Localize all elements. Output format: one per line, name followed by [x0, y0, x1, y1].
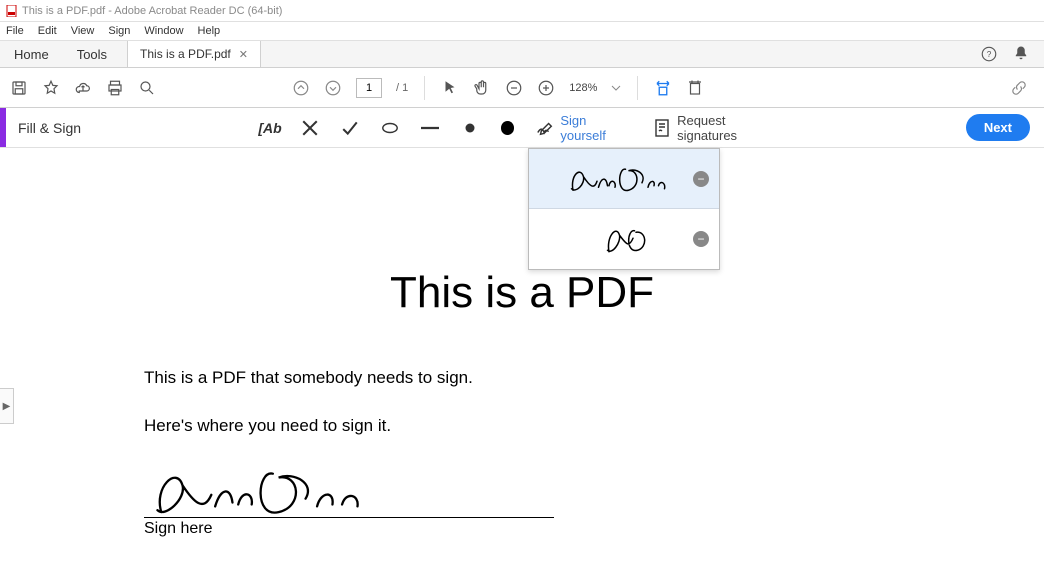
chevron-down-icon[interactable]	[611, 79, 621, 97]
print-icon[interactable]	[106, 79, 124, 97]
pdf-paragraph-2: Here's where you need to sign it.	[144, 416, 1044, 436]
pdf-title: This is a PDF	[0, 268, 1044, 318]
bell-icon[interactable]	[1012, 45, 1030, 63]
pointer-icon[interactable]	[441, 79, 459, 97]
signature-option-full[interactable]: −	[529, 149, 719, 209]
x-mark-icon[interactable]	[301, 119, 319, 137]
signature-option-initials[interactable]: −	[529, 209, 719, 269]
save-icon[interactable]	[10, 79, 28, 97]
checkmark-icon[interactable]	[341, 119, 359, 137]
hand-icon[interactable]	[473, 79, 491, 97]
page-number-input[interactable]	[356, 78, 382, 98]
fit-width-icon[interactable]	[654, 79, 672, 97]
page-up-icon[interactable]	[292, 79, 310, 97]
signature-preview-full	[564, 158, 684, 200]
tab-bar: Home Tools This is a PDF.pdf ✕ ?	[0, 40, 1044, 68]
cloud-upload-icon[interactable]	[74, 79, 92, 97]
zoom-level[interactable]: 128%	[569, 82, 597, 94]
fill-sign-toolbar: Fill & Sign [Ab Sign yourself Request si…	[0, 108, 1044, 148]
main-toolbar: / 1 128%	[0, 68, 1044, 108]
signature-dropdown: − −	[528, 148, 720, 270]
share-link-icon[interactable]	[1010, 79, 1028, 97]
signature-line	[144, 464, 554, 518]
zoom-in-icon[interactable]	[537, 79, 555, 97]
pdf-file-icon	[6, 5, 18, 17]
color-picker-dot[interactable]	[501, 121, 514, 135]
menu-help[interactable]: Help	[198, 25, 221, 37]
sign-yourself-button[interactable]: Sign yourself	[536, 113, 631, 143]
search-icon[interactable]	[138, 79, 156, 97]
page-display-icon[interactable]	[686, 79, 704, 97]
page-down-icon[interactable]	[324, 79, 342, 97]
request-signatures-button[interactable]: Request signatures	[653, 113, 783, 143]
pen-signature-icon	[536, 119, 554, 137]
signature-preview-initials	[564, 218, 684, 260]
menu-window[interactable]: Window	[144, 25, 183, 37]
menu-file[interactable]: File	[6, 25, 24, 37]
sign-yourself-label: Sign yourself	[560, 113, 631, 143]
tab-home[interactable]: Home	[0, 41, 63, 67]
window-titlebar: This is a PDF.pdf - Adobe Acrobat Reader…	[0, 0, 1044, 22]
tab-document[interactable]: This is a PDF.pdf ✕	[127, 41, 261, 67]
svg-text:?: ?	[987, 50, 992, 59]
remove-signature-icon[interactable]: −	[693, 171, 709, 187]
star-icon[interactable]	[42, 79, 60, 97]
tab-tools[interactable]: Tools	[63, 41, 121, 67]
request-signatures-label: Request signatures	[677, 113, 783, 143]
help-icon[interactable]: ?	[980, 45, 998, 63]
page-total: / 1	[396, 82, 408, 94]
dot-icon[interactable]	[461, 119, 479, 137]
fill-sign-title: Fill & Sign	[6, 120, 93, 136]
document-area: ▶ − − This is a PDF This is a PDF that s…	[0, 148, 1044, 578]
next-button[interactable]: Next	[966, 114, 1030, 141]
zoom-out-icon[interactable]	[505, 79, 523, 97]
circle-icon[interactable]	[381, 119, 399, 137]
menu-bar: File Edit View Sign Window Help	[0, 22, 1044, 40]
close-icon[interactable]: ✕	[239, 48, 248, 61]
text-tool-icon[interactable]: [Ab	[261, 119, 279, 137]
pdf-page-content: This is a PDF This is a PDF that somebod…	[0, 268, 1044, 538]
tab-document-label: This is a PDF.pdf	[140, 47, 231, 61]
placed-signature[interactable]	[144, 461, 394, 521]
sign-here-label: Sign here	[144, 520, 1044, 538]
line-icon[interactable]	[421, 119, 439, 137]
menu-edit[interactable]: Edit	[38, 25, 57, 37]
remove-initials-icon[interactable]: −	[693, 231, 709, 247]
menu-sign[interactable]: Sign	[108, 25, 130, 37]
window-title: This is a PDF.pdf - Adobe Acrobat Reader…	[22, 5, 282, 17]
document-sign-icon	[653, 119, 671, 137]
pdf-paragraph-1: This is a PDF that somebody needs to sig…	[144, 368, 1044, 388]
menu-view[interactable]: View	[71, 25, 95, 37]
